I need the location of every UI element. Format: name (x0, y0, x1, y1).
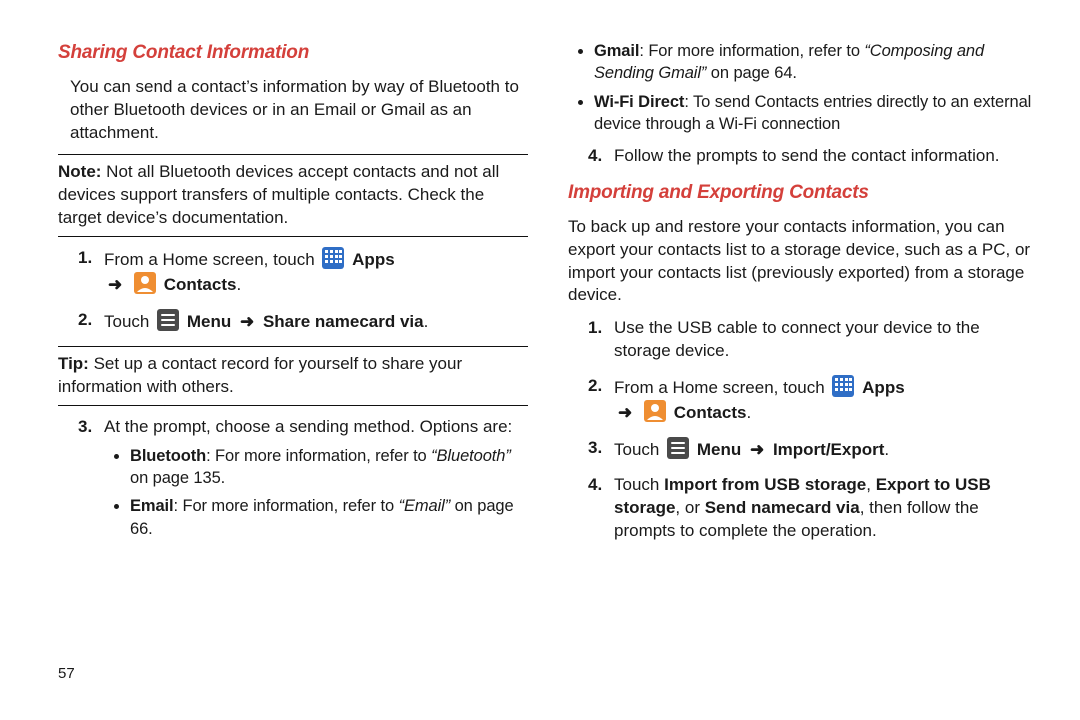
sharing-steps: From a Home screen, touch Apps ➜ (58, 247, 528, 334)
rule-top (58, 154, 528, 155)
sharing-steps-cont: At the prompt, choose a sending method. … (58, 416, 528, 540)
tip-body: Set up a contact record for yourself to … (58, 354, 462, 396)
tip-label: Tip: (58, 354, 89, 373)
contacts-icon (134, 272, 156, 294)
step-1: From a Home screen, touch Apps ➜ (78, 247, 528, 297)
email-tail1: : For more information, refer to (174, 497, 399, 515)
import-export-intro: To back up and restore your contacts inf… (568, 216, 1038, 308)
email-ref: “Email” (399, 497, 451, 515)
arrow-icon: ➜ (240, 312, 254, 331)
step-3: At the prompt, choose a sending method. … (78, 416, 528, 540)
contacts-icon (644, 400, 666, 422)
step4-text: Follow the prompts to send the contact i… (614, 146, 1000, 165)
apps-label: Apps (352, 250, 395, 269)
import-export-label: Import/Export (773, 440, 884, 459)
menu-icon (157, 309, 179, 331)
step-4: Follow the prompts to send the contact i… (588, 145, 1038, 168)
tip-block: Tip: Set up a contact record for yoursel… (58, 353, 528, 399)
option-gmail: Gmail: For more information, refer to “C… (594, 40, 1038, 85)
apps-icon (832, 375, 854, 397)
email-label: Email (130, 497, 174, 515)
section-heading-import-export: Importing and Exporting Contacts (568, 180, 1038, 206)
manual-page: Sharing Contact Information You can send… (0, 0, 1080, 720)
page-number: 57 (58, 664, 75, 684)
bluetooth-label: Bluetooth (130, 447, 206, 465)
rule-tip-top (58, 346, 528, 347)
or-text: , or (675, 498, 704, 517)
left-column: Sharing Contact Information You can send… (58, 40, 528, 720)
wifi-direct-label: Wi-Fi Direct (594, 93, 684, 111)
contacts-label: Contacts (674, 403, 747, 422)
apps-label: Apps (862, 378, 905, 397)
rule-bottom (58, 236, 528, 237)
arrow-icon: ➜ (108, 275, 122, 294)
step2-lead: Touch (104, 312, 154, 331)
arrow-icon: ➜ (618, 403, 632, 422)
imp-step-3: Touch Menu ➜ Import/Export. (588, 437, 1038, 462)
note-body: Not all Bluetooth devices accept contact… (58, 162, 499, 227)
bt-tail1: : For more information, refer to (206, 447, 431, 465)
send-options: Bluetooth: For more information, refer t… (104, 445, 528, 540)
comma1: , (866, 475, 875, 494)
share-namecard-label: Share namecard via (263, 312, 424, 331)
rule-tip-bottom (58, 405, 528, 406)
send-options-cont: Gmail: For more information, refer to “C… (568, 40, 1038, 135)
import-export-steps: Use the USB cable to connect your device… (568, 317, 1038, 543)
note-block: Note: Not all Bluetooth devices accept c… (58, 161, 528, 230)
right-column: Gmail: For more information, refer to “C… (568, 40, 1038, 720)
imp-step-2: From a Home screen, touch Apps ➜ (588, 375, 1038, 425)
imp-step1-text: Use the USB cable to connect your device… (614, 318, 980, 360)
imp-step3-lead: Touch (614, 440, 664, 459)
gmail-tail1: : For more information, refer to (639, 42, 864, 60)
option-email: Email: For more information, refer to “E… (130, 495, 528, 540)
imp-step4-lead: Touch (614, 475, 664, 494)
sharing-step4-list: Follow the prompts to send the contact i… (568, 145, 1038, 168)
sharing-intro: You can send a contact’s information by … (70, 76, 528, 145)
step1-lead: From a Home screen, touch (104, 250, 319, 269)
note-label: Note: (58, 162, 101, 181)
imp-step2-lead: From a Home screen, touch (614, 378, 829, 397)
menu-label: Menu (187, 312, 231, 331)
bluetooth-ref: “Bluetooth” (431, 447, 511, 465)
arrow-icon: ➜ (750, 440, 764, 459)
step-2: Touch Menu ➜ Share namecard via. (78, 309, 528, 334)
apps-icon (322, 247, 344, 269)
section-heading-sharing: Sharing Contact Information (58, 40, 528, 66)
imp-step-4: Touch Import from USB storage, Export to… (588, 474, 1038, 543)
step3-text: At the prompt, choose a sending method. … (104, 417, 512, 436)
send-namecard-label: Send namecard via (705, 498, 860, 517)
menu-label: Menu (697, 440, 741, 459)
option-wifi-direct: Wi-Fi Direct: To send Contacts entries d… (594, 91, 1038, 136)
contacts-label: Contacts (164, 275, 237, 294)
import-usb-label: Import from USB storage (664, 475, 866, 494)
imp-step-1: Use the USB cable to connect your device… (588, 317, 1038, 363)
option-bluetooth: Bluetooth: For more information, refer t… (130, 445, 528, 490)
menu-icon (667, 437, 689, 459)
bt-tail2: on page 135. (130, 469, 225, 487)
gmail-label: Gmail (594, 42, 639, 60)
gmail-tail2: on page 64. (706, 64, 797, 82)
